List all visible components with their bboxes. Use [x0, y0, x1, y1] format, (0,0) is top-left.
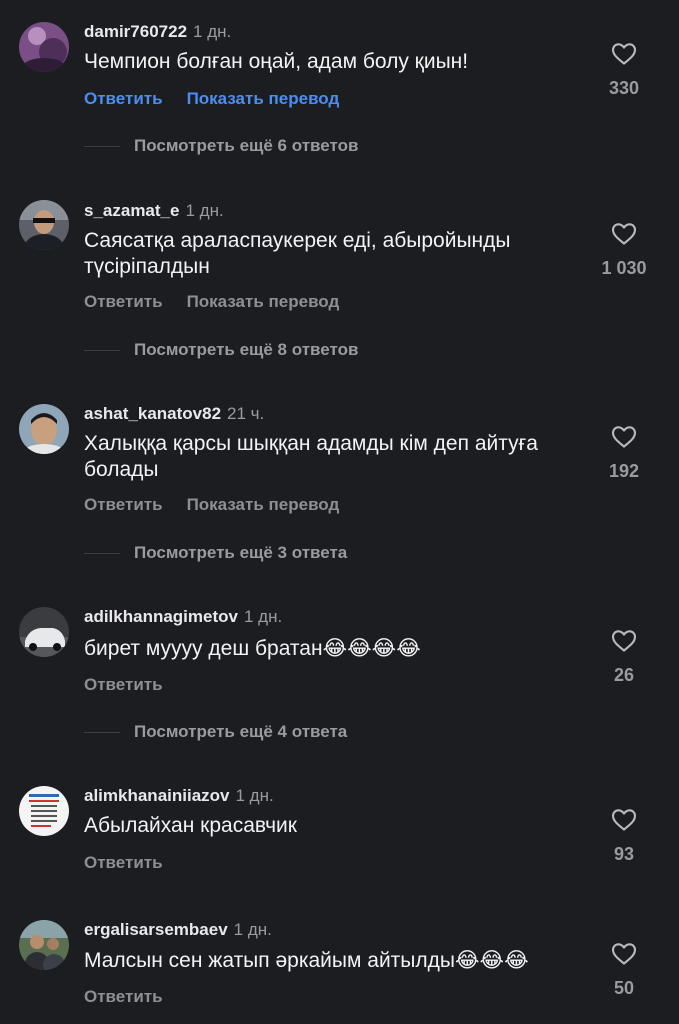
reply-button[interactable]: Ответить — [84, 675, 163, 694]
timestamp: 1 дн. — [193, 22, 232, 41]
heart-outline-icon[interactable] — [589, 425, 659, 449]
reply-button[interactable]: Ответить — [84, 89, 163, 108]
like-count: 26 — [613, 665, 635, 685]
view-more-replies[interactable]: Посмотреть ещё 8 ответов — [84, 340, 358, 362]
comment-actions: Ответить — [84, 987, 187, 1007]
divider-line — [84, 145, 120, 147]
comment-text: Малсын сен жатып әркайым айтылды😂😂😂 — [84, 947, 604, 974]
comment-actions: Ответить Показать перевод — [84, 495, 363, 515]
username[interactable]: ashat_kanatov82 — [84, 404, 221, 423]
heart-outline-icon[interactable] — [589, 629, 659, 653]
view-more-replies[interactable]: Посмотреть ещё 3 ответа — [84, 543, 347, 565]
avatar[interactable] — [19, 404, 69, 454]
comment-actions: Ответить Показать перевод — [84, 292, 363, 312]
translate-button[interactable]: Показать перевод — [187, 292, 340, 311]
comment-meta: s_azamat_e 1 дн. — [84, 201, 224, 221]
heart-outline-icon[interactable] — [589, 42, 659, 66]
avatar[interactable] — [19, 786, 69, 836]
like-control: 26 — [589, 629, 659, 685]
avatar[interactable] — [19, 22, 69, 72]
view-more-label[interactable]: Посмотреть ещё 6 ответов — [134, 136, 358, 155]
comment-text: Абылайхан красавчик — [84, 814, 297, 837]
view-more-replies[interactable]: Посмотреть ещё 6 ответов — [84, 136, 358, 158]
like-control: 93 — [589, 808, 659, 864]
comment-meta: damir760722 1 дн. — [84, 22, 231, 42]
timestamp: 21 ч. — [227, 404, 265, 423]
comment-meta: adilkhannagimetov 1 дн. — [84, 607, 282, 627]
like-count: 330 — [608, 78, 640, 98]
heart-outline-icon[interactable] — [589, 808, 659, 832]
view-more-replies[interactable]: Посмотреть ещё 4 ответа — [84, 722, 347, 744]
like-control: 330 — [589, 42, 659, 98]
comment-actions: Ответить Показать перевод — [84, 89, 363, 109]
like-count: 192 — [608, 461, 640, 481]
comment-actions: Ответить — [84, 675, 187, 695]
like-count: 50 — [613, 978, 635, 998]
like-control: 192 — [589, 425, 659, 481]
timestamp: 1 дн. — [185, 201, 224, 220]
divider-line — [84, 552, 120, 554]
divider-line — [84, 349, 120, 351]
laughing-emoji: 😂😂😂 — [455, 948, 529, 972]
timestamp: 1 дн. — [233, 920, 272, 939]
heart-outline-icon[interactable] — [589, 222, 659, 246]
avatar[interactable] — [19, 607, 69, 657]
like-count: 93 — [613, 844, 635, 864]
view-more-label[interactable]: Посмотреть ещё 3 ответа — [134, 543, 347, 562]
username[interactable]: damir760722 — [84, 22, 187, 41]
comment-text: бирет муууу деш братан😂😂😂😂 — [84, 635, 604, 662]
comment-meta: ergalisarsembaev 1 дн. — [84, 920, 272, 940]
username[interactable]: adilkhannagimetov — [84, 607, 238, 626]
view-more-label[interactable]: Посмотреть ещё 4 ответа — [134, 722, 347, 741]
timestamp: 1 дн. — [243, 607, 283, 626]
comment-text-body: бирет муууу деш братан — [84, 637, 323, 660]
like-count: 1 030 — [601, 258, 647, 278]
divider-line — [84, 731, 120, 733]
translate-button[interactable]: Показать перевод — [187, 495, 340, 514]
comment-text: Саясатқа араласпаукерек еді, абыройынды … — [84, 229, 511, 278]
comment-meta: alimkhanainiiazov 1 дн. — [84, 786, 274, 806]
view-more-label[interactable]: Посмотреть ещё 8 ответов — [134, 340, 358, 359]
comment-text: Чемпион болған оңай, адам болу қиын! — [84, 50, 469, 73]
like-control: 1 030 — [589, 222, 659, 278]
heart-outline-icon[interactable] — [589, 942, 659, 966]
username[interactable]: ergalisarsembaev — [84, 920, 228, 939]
reply-button[interactable]: Ответить — [84, 292, 163, 311]
reply-button[interactable]: Ответить — [84, 987, 163, 1006]
reply-button[interactable]: Ответить — [84, 495, 163, 514]
timestamp: 1 дн. — [235, 786, 274, 805]
avatar[interactable] — [19, 920, 69, 970]
reply-button[interactable]: Ответить — [84, 853, 163, 872]
comment-text-body: Малсын сен жатып әркайым айтылды — [84, 949, 455, 972]
comment-text: Халыққа қарсы шыққан адамды кім деп айту… — [84, 432, 538, 481]
username[interactable]: s_azamat_e — [84, 201, 179, 220]
laughing-emoji: 😂😂😂😂 — [322, 636, 421, 660]
avatar[interactable] — [19, 200, 69, 250]
username[interactable]: alimkhanainiiazov — [84, 786, 230, 805]
comment-meta: ashat_kanatov82 21 ч. — [84, 404, 264, 424]
comment-actions: Ответить — [84, 853, 187, 873]
translate-button[interactable]: Показать перевод — [187, 89, 340, 108]
like-control: 50 — [589, 942, 659, 998]
